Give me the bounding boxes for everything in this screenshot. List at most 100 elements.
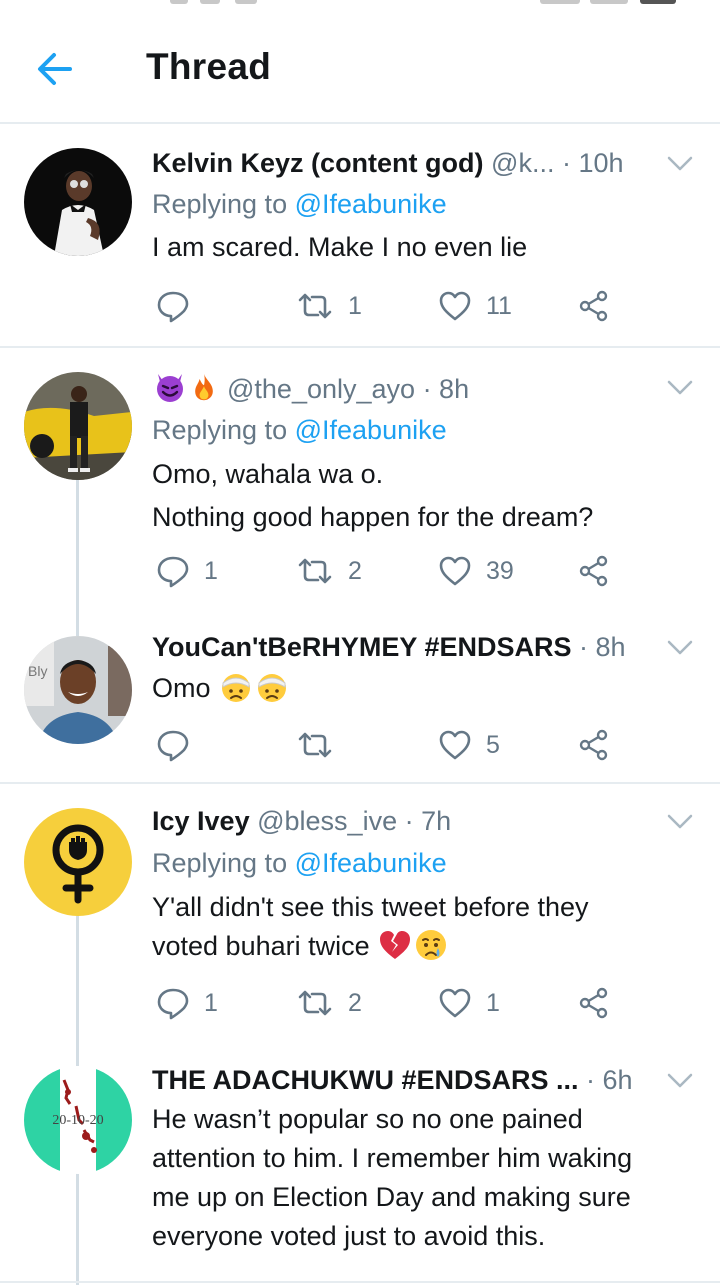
- retweet-count: 2: [348, 988, 362, 1017]
- tweet-menu-button[interactable]: [667, 814, 693, 830]
- like-button[interactable]: 5: [438, 725, 500, 765]
- retweet-button[interactable]: 1: [296, 286, 362, 326]
- svg-text:Bly: Bly: [28, 663, 47, 679]
- mention-link[interactable]: @Ifeabunike: [295, 848, 447, 878]
- like-count: 5: [486, 730, 500, 759]
- tweet-text-line: Y'all didn't see this tweet before they: [152, 892, 589, 922]
- tweet[interactable]: Kelvin Keyz (content god) @k... · 10h Re…: [0, 124, 720, 346]
- replying-to: Replying to @Ifeabunike: [152, 846, 447, 880]
- like-button[interactable]: 39: [438, 551, 514, 591]
- like-button[interactable]: 1: [438, 983, 500, 1023]
- avatar[interactable]: Bly: [24, 636, 132, 744]
- tweet-text-line: He wasn’t popular so no one pained: [152, 1104, 583, 1134]
- reply-icon: [157, 291, 189, 323]
- share-button[interactable]: [578, 725, 610, 765]
- avatar[interactable]: [24, 372, 132, 480]
- tweet-text-line: voted buhari twice: [152, 931, 370, 961]
- timestamp[interactable]: · 8h: [423, 374, 470, 404]
- reply-icon: [157, 988, 189, 1020]
- tweet[interactable]: Bly YouCan'tBeRHYMEY #ENDSARS · 8h Omo 5: [0, 610, 720, 782]
- replying-to: Replying to @Ifeabunike: [152, 187, 447, 221]
- tweet-menu-button[interactable]: [667, 380, 693, 396]
- user-handle[interactable]: @the_only_ayo: [227, 374, 415, 404]
- share-icon: [579, 290, 608, 322]
- tweet-text-line-wrapper: Omo: [152, 669, 712, 708]
- tweet-text-line: Nothing good happen for the dream?: [152, 502, 594, 532]
- share-icon: [579, 729, 608, 761]
- replying-to-label: Replying to: [152, 189, 288, 219]
- tweet[interactable]: Icy Ivey @bless_ive · 7h Replying to @If…: [0, 784, 720, 1046]
- like-count: 11: [486, 291, 512, 320]
- retweet-button[interactable]: 2: [296, 983, 362, 1023]
- tweet-actions: 1 2 1: [152, 983, 632, 1023]
- top-bar: Thread: [0, 10, 720, 124]
- like-icon: [439, 988, 471, 1018]
- avatar[interactable]: [24, 808, 132, 916]
- timestamp[interactable]: · 7h: [405, 806, 452, 836]
- back-arrow-icon: [38, 53, 72, 85]
- share-button[interactable]: [578, 286, 610, 326]
- like-button[interactable]: 11: [438, 286, 512, 326]
- mention-link[interactable]: @Ifeabunike: [295, 415, 447, 445]
- crying-face-emoji: [416, 930, 447, 960]
- tweet-text: Y'all didn't see this tweet before they …: [152, 888, 712, 966]
- tweet-text: He wasn’t popular so no one pained atten…: [152, 1100, 712, 1256]
- page-title: Thread: [146, 46, 272, 87]
- display-name[interactable]: Icy Ivey: [152, 806, 250, 836]
- tweet-text: I am scared. Make I no even lie: [152, 228, 712, 267]
- chevron-down-icon: [667, 1073, 693, 1088]
- tweet-text-line: me up on Election Day and making sure: [152, 1182, 631, 1212]
- tweet[interactable]: 20-10-20 THE ADACHUKWU #ENDSARS ... · 6h…: [0, 1046, 720, 1285]
- tweet-menu-button[interactable]: [667, 1073, 693, 1089]
- tweet-text: Omo, wahala wa o. Nothing good happen fo…: [152, 455, 712, 537]
- retweet-button[interactable]: [296, 725, 348, 765]
- reply-button[interactable]: 1: [156, 983, 218, 1023]
- reply-count: 1: [204, 988, 218, 1017]
- retweet-icon: [298, 732, 332, 758]
- fire-emoji: [195, 373, 213, 401]
- smiling-imp-emoji: [157, 374, 183, 402]
- display-name[interactable]: Kelvin Keyz (content god): [152, 148, 484, 178]
- replying-to-label: Replying to: [152, 848, 288, 878]
- user-handle[interactable]: @bless_ive: [257, 806, 397, 836]
- user-handle[interactable]: @k...: [491, 148, 554, 178]
- reply-button[interactable]: [156, 286, 204, 326]
- avatar-text: 20-10-20: [52, 1113, 103, 1128]
- chevron-down-icon: [667, 156, 693, 171]
- display-name[interactable]: THE ADACHUKWU #ENDSARS ...: [152, 1065, 579, 1095]
- replying-to-label: Replying to: [152, 415, 288, 445]
- tweet-menu-button[interactable]: [667, 640, 693, 656]
- tweet-text-line: attention to him. I remember him waking: [152, 1143, 633, 1173]
- tweet-menu-button[interactable]: [667, 156, 693, 172]
- reply-icon: [157, 556, 189, 588]
- timestamp[interactable]: · 8h: [579, 632, 626, 662]
- avatar[interactable]: 20-10-20: [24, 1066, 132, 1174]
- like-count: 39: [486, 556, 514, 585]
- share-button[interactable]: [578, 983, 610, 1023]
- tweet-text-line: Omo: [152, 673, 211, 703]
- reply-count: 1: [204, 556, 218, 585]
- timestamp[interactable]: · 10h: [562, 148, 624, 178]
- like-icon: [439, 291, 471, 321]
- back-button[interactable]: [30, 48, 80, 90]
- retweet-icon: [298, 293, 332, 319]
- tweet-text-line: everyone voted just to avoid this.: [152, 1221, 546, 1251]
- tweet[interactable]: @the_only_ayo · 8h Replying to @Ifeabuni…: [0, 348, 720, 610]
- bandaged-head-emoji: [222, 674, 251, 702]
- display-name[interactable]: YouCan'tBeRHYMEY #ENDSARS: [152, 632, 572, 662]
- retweet-button[interactable]: 2: [296, 551, 362, 591]
- like-icon: [439, 730, 471, 760]
- share-button[interactable]: [578, 551, 610, 591]
- retweet-icon: [298, 558, 332, 584]
- avatar[interactable]: [24, 148, 132, 256]
- tweet-text-line-wrapper: voted buhari twice: [152, 927, 712, 966]
- timestamp[interactable]: · 6h: [586, 1065, 633, 1095]
- retweet-count: 2: [348, 556, 362, 585]
- chevron-down-icon: [667, 814, 693, 829]
- reply-button[interactable]: 1: [156, 551, 218, 591]
- reply-button[interactable]: [156, 725, 204, 765]
- mention-link[interactable]: @Ifeabunike: [295, 189, 447, 219]
- status-bar: [0, 0, 720, 10]
- tweet-header: THE ADACHUKWU #ENDSARS ... · 6h: [152, 1063, 633, 1097]
- tweet-header: @the_only_ayo · 8h: [152, 370, 469, 406]
